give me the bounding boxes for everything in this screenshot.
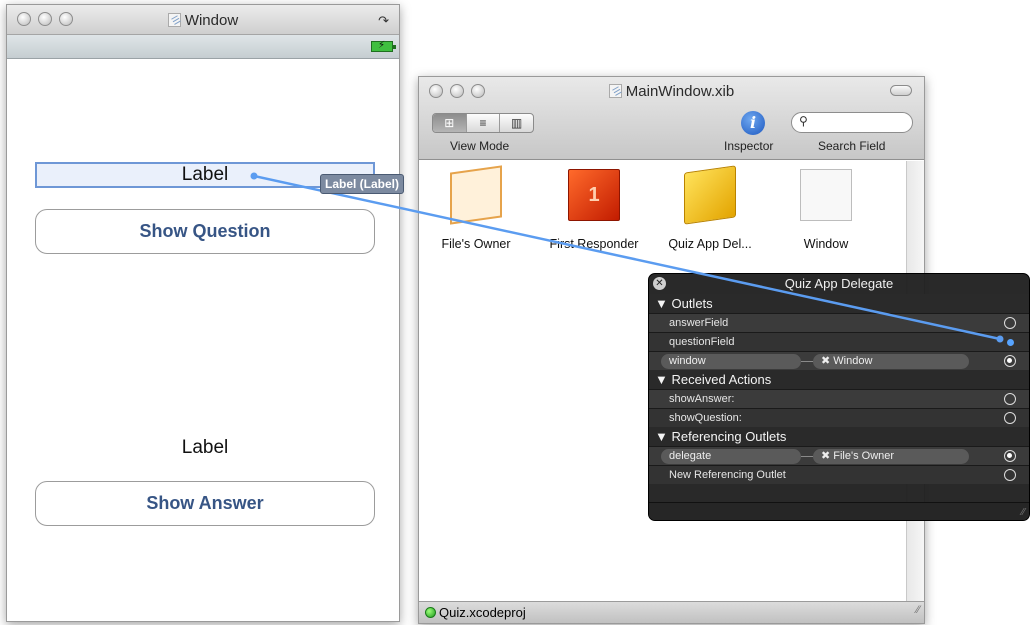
hud-titlebar[interactable]: ✕ Quiz App Delegate (649, 274, 1029, 294)
object-name: First Responder (549, 237, 639, 251)
referencing-name: delegate (661, 449, 801, 464)
object-name: File's Owner (441, 237, 511, 251)
connection-link (801, 456, 813, 457)
outlet-name: answerField (669, 317, 729, 329)
referencing-name: New Referencing Outlet (669, 469, 786, 481)
cube-icon (684, 165, 736, 225)
outlet-name: window (661, 354, 801, 369)
window-titlebar[interactable]: Window ↷ (7, 5, 399, 35)
drag-target-tooltip: Label (Label) (320, 174, 405, 194)
close-icon[interactable]: ✕ (653, 277, 666, 290)
hud-title: Quiz App Delegate (784, 276, 894, 291)
xib-toolbar: MainWindow.xib ⊞ ≡ ▥ View Mode i Inspect… (419, 77, 924, 160)
object-first-responder[interactable]: 1 First Responder (539, 169, 649, 251)
outlet-row-questionfield[interactable]: questionField (649, 332, 1029, 351)
outlet-name: questionField (669, 336, 735, 348)
ios-status-bar: ⚡ (7, 35, 399, 59)
outlets-section-header[interactable]: ▼ Outlets (649, 294, 1029, 313)
search-input[interactable]: ⚲ (791, 112, 913, 133)
document-icon (608, 84, 622, 98)
received-actions-section-header[interactable]: ▼ Received Actions (649, 370, 1029, 389)
rotate-icon[interactable]: ↷ (378, 13, 389, 29)
column-view-icon[interactable]: ▥ (500, 114, 533, 132)
search-field-label: Search Field (818, 139, 886, 153)
action-row-showanswer[interactable]: showAnswer: (649, 389, 1029, 408)
resize-grip-icon[interactable]: ⁄⁄ (916, 600, 920, 621)
xib-window-title: MainWindow.xib (419, 83, 924, 100)
first-responder-icon: 1 (568, 169, 620, 221)
project-name: Quiz.xcodeproj (439, 605, 526, 620)
inspector-label: Inspector (724, 139, 774, 153)
view-mode-label: View Mode (450, 139, 510, 153)
connection-circle-icon[interactable] (1004, 412, 1016, 424)
view-mode-control[interactable]: ⊞ ≡ ▥ (432, 113, 534, 133)
hud-footer: ⁄⁄ (649, 502, 1029, 520)
connection-circle-icon[interactable] (1004, 317, 1016, 329)
action-row-showquestion[interactable]: showQuestion: (649, 408, 1029, 427)
connection-circle-icon[interactable] (1004, 393, 1016, 405)
battery-icon: ⚡ (371, 40, 396, 52)
referencing-row-new[interactable]: New Referencing Outlet (649, 465, 1029, 484)
connection-circle-icon[interactable] (1004, 355, 1016, 367)
object-name: Window (803, 237, 849, 251)
connection-circle-icon[interactable] (1004, 450, 1016, 462)
icon-view-icon[interactable]: ⊞ (433, 114, 467, 132)
outlet-row-window[interactable]: window ✖ Window (649, 351, 1029, 370)
window-title: Window (7, 12, 399, 29)
answer-label[interactable]: Label (35, 437, 375, 459)
desktop: Window ↷ ⚡ Label Show Question Label Sho… (0, 0, 1031, 625)
referencing-outlets-section-header[interactable]: ▼ Referencing Outlets (649, 427, 1029, 446)
cube-outline-icon (450, 165, 502, 225)
connection-circle-icon[interactable] (1004, 469, 1016, 481)
connection-link (801, 361, 813, 362)
search-icon: ⚲ (799, 114, 808, 128)
referencing-target[interactable]: ✖ File's Owner (813, 449, 969, 464)
info-icon[interactable]: i (741, 111, 765, 135)
toolbar-toggle-button[interactable] (890, 85, 912, 96)
referencing-row-delegate[interactable]: delegate ✖ File's Owner (649, 446, 1029, 465)
object-window[interactable]: Window (771, 169, 881, 251)
window-icon (800, 169, 852, 221)
object-quiz-app-delegate[interactable]: Quiz App Del... (655, 165, 765, 251)
simulator-window: Window ↷ ⚡ Label Show Question Label Sho… (6, 4, 400, 622)
show-question-button[interactable]: Show Question (35, 209, 375, 254)
object-files-owner[interactable]: File's Owner (421, 165, 531, 251)
action-name: showQuestion: (669, 412, 742, 424)
show-answer-button[interactable]: Show Answer (35, 481, 375, 526)
resize-grip-icon[interactable]: ⁄⁄ (1022, 507, 1025, 518)
object-name: Quiz App Del... (668, 237, 752, 251)
outlet-target[interactable]: ✖ Window (813, 354, 969, 369)
list-view-icon[interactable]: ≡ (467, 114, 501, 132)
status-dot-icon (425, 607, 436, 618)
document-icon (167, 13, 181, 27)
connection-point-icon[interactable] (1007, 339, 1014, 346)
outlet-row-answerfield[interactable]: answerField (649, 313, 1029, 332)
connections-hud-panel: ✕ Quiz App Delegate ▼ Outlets answerFiel… (648, 273, 1030, 521)
action-name: showAnswer: (669, 393, 735, 405)
xib-status-bar: Quiz.xcodeproj ⁄⁄ (419, 601, 924, 623)
